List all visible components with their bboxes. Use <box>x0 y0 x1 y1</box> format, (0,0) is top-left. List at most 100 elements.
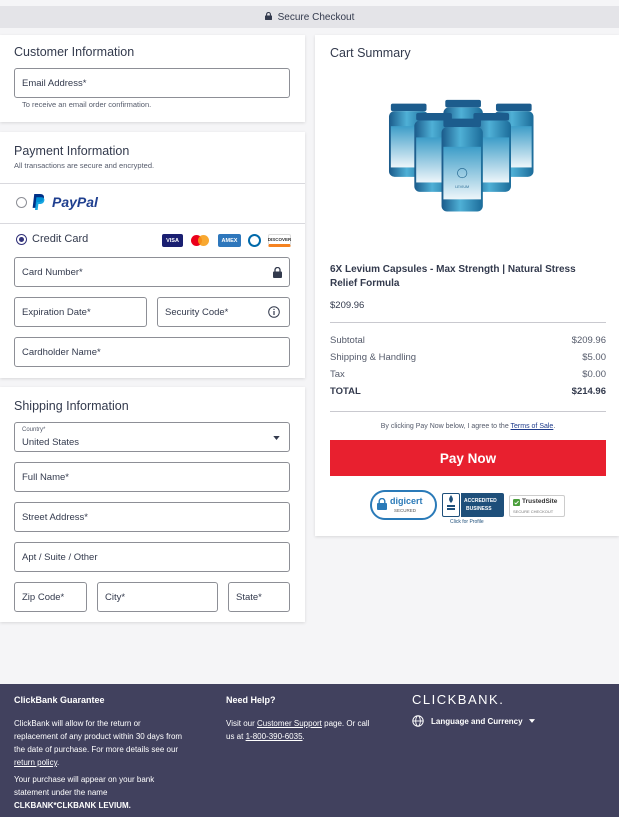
shipping-label: Shipping & Handling <box>330 352 417 363</box>
cart-summary-title: Cart Summary <box>330 46 411 60</box>
guarantee-text: ClickBank will allow for the return or r… <box>14 717 214 769</box>
zip-code-field[interactable]: Zip Code* <box>14 582 87 612</box>
trustedsite-label: TrustedSite <box>522 498 558 505</box>
card-number-label: Card Number* <box>22 266 83 278</box>
expiration-date-field[interactable]: Expiration Date* <box>14 297 147 327</box>
visa-icon: VISA <box>162 234 183 247</box>
paypal-radio[interactable] <box>16 197 27 208</box>
expiration-date-label: Expiration Date* <box>22 306 91 318</box>
email-field[interactable]: Email Address* <box>14 68 290 98</box>
email-field-label: Email Address* <box>22 77 87 89</box>
product-name: 6X Levium Capsules - Max Strength | Natu… <box>330 263 606 291</box>
secure-checkout-bar: Secure Checkout <box>0 6 619 28</box>
paypal-logo-icon <box>32 194 45 210</box>
country-label: Country* <box>22 427 46 433</box>
subtotal-label: Subtotal <box>330 335 365 346</box>
zip-code-label: Zip Code* <box>22 591 65 603</box>
bbb-torch-icon <box>447 495 455 510</box>
shipping-row: Shipping & Handling $5.00 <box>330 352 606 363</box>
bbb-business: BUSINESS <box>466 506 492 512</box>
tax-label: Tax <box>330 369 345 380</box>
email-note: To receive an email order confirmation. <box>22 100 152 109</box>
credit-card-label: Credit Card <box>32 233 89 245</box>
card-number-field[interactable]: Card Number* <box>14 257 290 287</box>
language-currency-selector[interactable]: Language and Currency <box>412 714 535 728</box>
bbb-badge[interactable]: ACCREDITED BUSINESS Click for Profile <box>442 493 504 526</box>
info-icon[interactable] <box>268 306 280 318</box>
apt-suite-label: Apt / Suite / Other <box>22 551 98 563</box>
customer-support-link[interactable]: Customer Support <box>257 719 322 728</box>
globe-icon <box>412 715 424 727</box>
security-code-label: Security Code* <box>165 306 229 318</box>
pay-now-button[interactable]: Pay Now <box>330 440 606 476</box>
return-policy-link[interactable]: return policy <box>14 758 57 767</box>
divider <box>330 411 606 412</box>
help-prefix: Visit our <box>226 719 257 728</box>
lock-icon <box>377 498 387 510</box>
check-icon <box>513 499 520 506</box>
statement-text: Your purchase will appear on your bank s… <box>14 773 214 812</box>
guarantee-line1: ClickBank will allow for the return or <box>14 719 141 728</box>
statement-line1: Your purchase will appear on your bank <box>14 775 155 784</box>
mastercard-icon <box>189 234 213 247</box>
street-address-field[interactable]: Street Address* <box>14 502 290 532</box>
total-row: TOTAL $214.96 <box>330 386 606 397</box>
trustedsite-sub: SECURE CHECKOUT <box>513 509 554 514</box>
clickbank-logo: CLICKBANK. <box>412 692 505 707</box>
credit-card-option[interactable]: Credit Card <box>14 231 174 249</box>
phone-link[interactable]: 1-800-390-6035 <box>246 732 303 741</box>
country-value: United States <box>22 437 80 448</box>
tax-row: Tax $0.00 <box>330 369 606 380</box>
digicert-badge[interactable]: digicert SECURED <box>370 490 437 520</box>
payment-info-card: Payment Information All transactions are… <box>0 132 305 378</box>
chevron-down-icon <box>528 719 535 723</box>
terms-notice: By clicking Pay Now below, I agree to th… <box>330 423 606 430</box>
divider <box>0 183 305 184</box>
discover-icon: DISCOVER <box>268 234 291 247</box>
city-field[interactable]: City* <box>97 582 218 612</box>
guarantee-dot: . <box>56 758 60 767</box>
terms-prefix: By clicking Pay Now below, I agree to th… <box>380 423 511 430</box>
footer: ClickBank Guarantee ClickBank will allow… <box>0 684 619 817</box>
apt-suite-field[interactable]: Apt / Suite / Other <box>14 542 290 572</box>
lock-icon <box>273 267 282 278</box>
subtotal-value: $209.96 <box>571 335 606 346</box>
customer-info-card: Customer Information Email Address* To r… <box>0 35 305 122</box>
street-address-label: Street Address* <box>22 511 89 523</box>
bbb-accredited: ACCREDITED <box>464 498 497 504</box>
credit-card-radio[interactable] <box>16 234 27 245</box>
product-brand-label: LEVIUM <box>455 185 469 189</box>
amex-icon: AMEX <box>218 234 241 247</box>
full-name-field[interactable]: Full Name* <box>14 462 290 492</box>
paypal-option[interactable]: PayPal <box>14 191 214 215</box>
full-name-label: Full Name* <box>22 471 69 483</box>
payment-info-title: Payment Information <box>14 144 130 158</box>
trustedsite-badge[interactable]: TrustedSite SECURE CHECKOUT <box>509 495 565 517</box>
product-image: LEVIUM <box>388 99 534 212</box>
tax-value: $0.00 <box>582 369 606 380</box>
divider <box>330 322 606 323</box>
product-name-line1: 6X Levium Capsules - Max Strength | Natu… <box>330 264 576 275</box>
diners-icon <box>245 234 265 247</box>
guarantee-title: ClickBank Guarantee <box>14 695 105 705</box>
terms-of-sale-link[interactable]: Terms of Sale <box>511 423 554 430</box>
security-code-field[interactable]: Security Code* <box>157 297 290 327</box>
digicert-label: digicert <box>390 496 423 506</box>
state-field[interactable]: State* <box>228 582 290 612</box>
guarantee-line3: the date of purchase. For more details s… <box>14 745 179 754</box>
shipping-info-card: Shipping Information Country* United Sta… <box>0 387 305 622</box>
lock-icon <box>264 12 272 20</box>
country-select[interactable]: Country* United States <box>14 422 290 452</box>
bbb-click-profile: Click for Profile <box>450 519 484 525</box>
secure-checkout-label: Secure Checkout <box>277 11 355 23</box>
subtotal-row: Subtotal $209.96 <box>330 335 606 346</box>
cardholder-name-field[interactable]: Cardholder Name* <box>14 337 290 367</box>
chevron-down-icon <box>273 436 280 440</box>
shipping-info-title: Shipping Information <box>14 399 129 413</box>
help-end: . <box>302 732 305 741</box>
terms-suffix: . <box>553 423 556 430</box>
divider <box>0 223 305 224</box>
language-currency-label: Language and Currency <box>431 716 523 726</box>
state-label: State* <box>236 591 262 603</box>
cardholder-name-label: Cardholder Name* <box>22 346 101 358</box>
